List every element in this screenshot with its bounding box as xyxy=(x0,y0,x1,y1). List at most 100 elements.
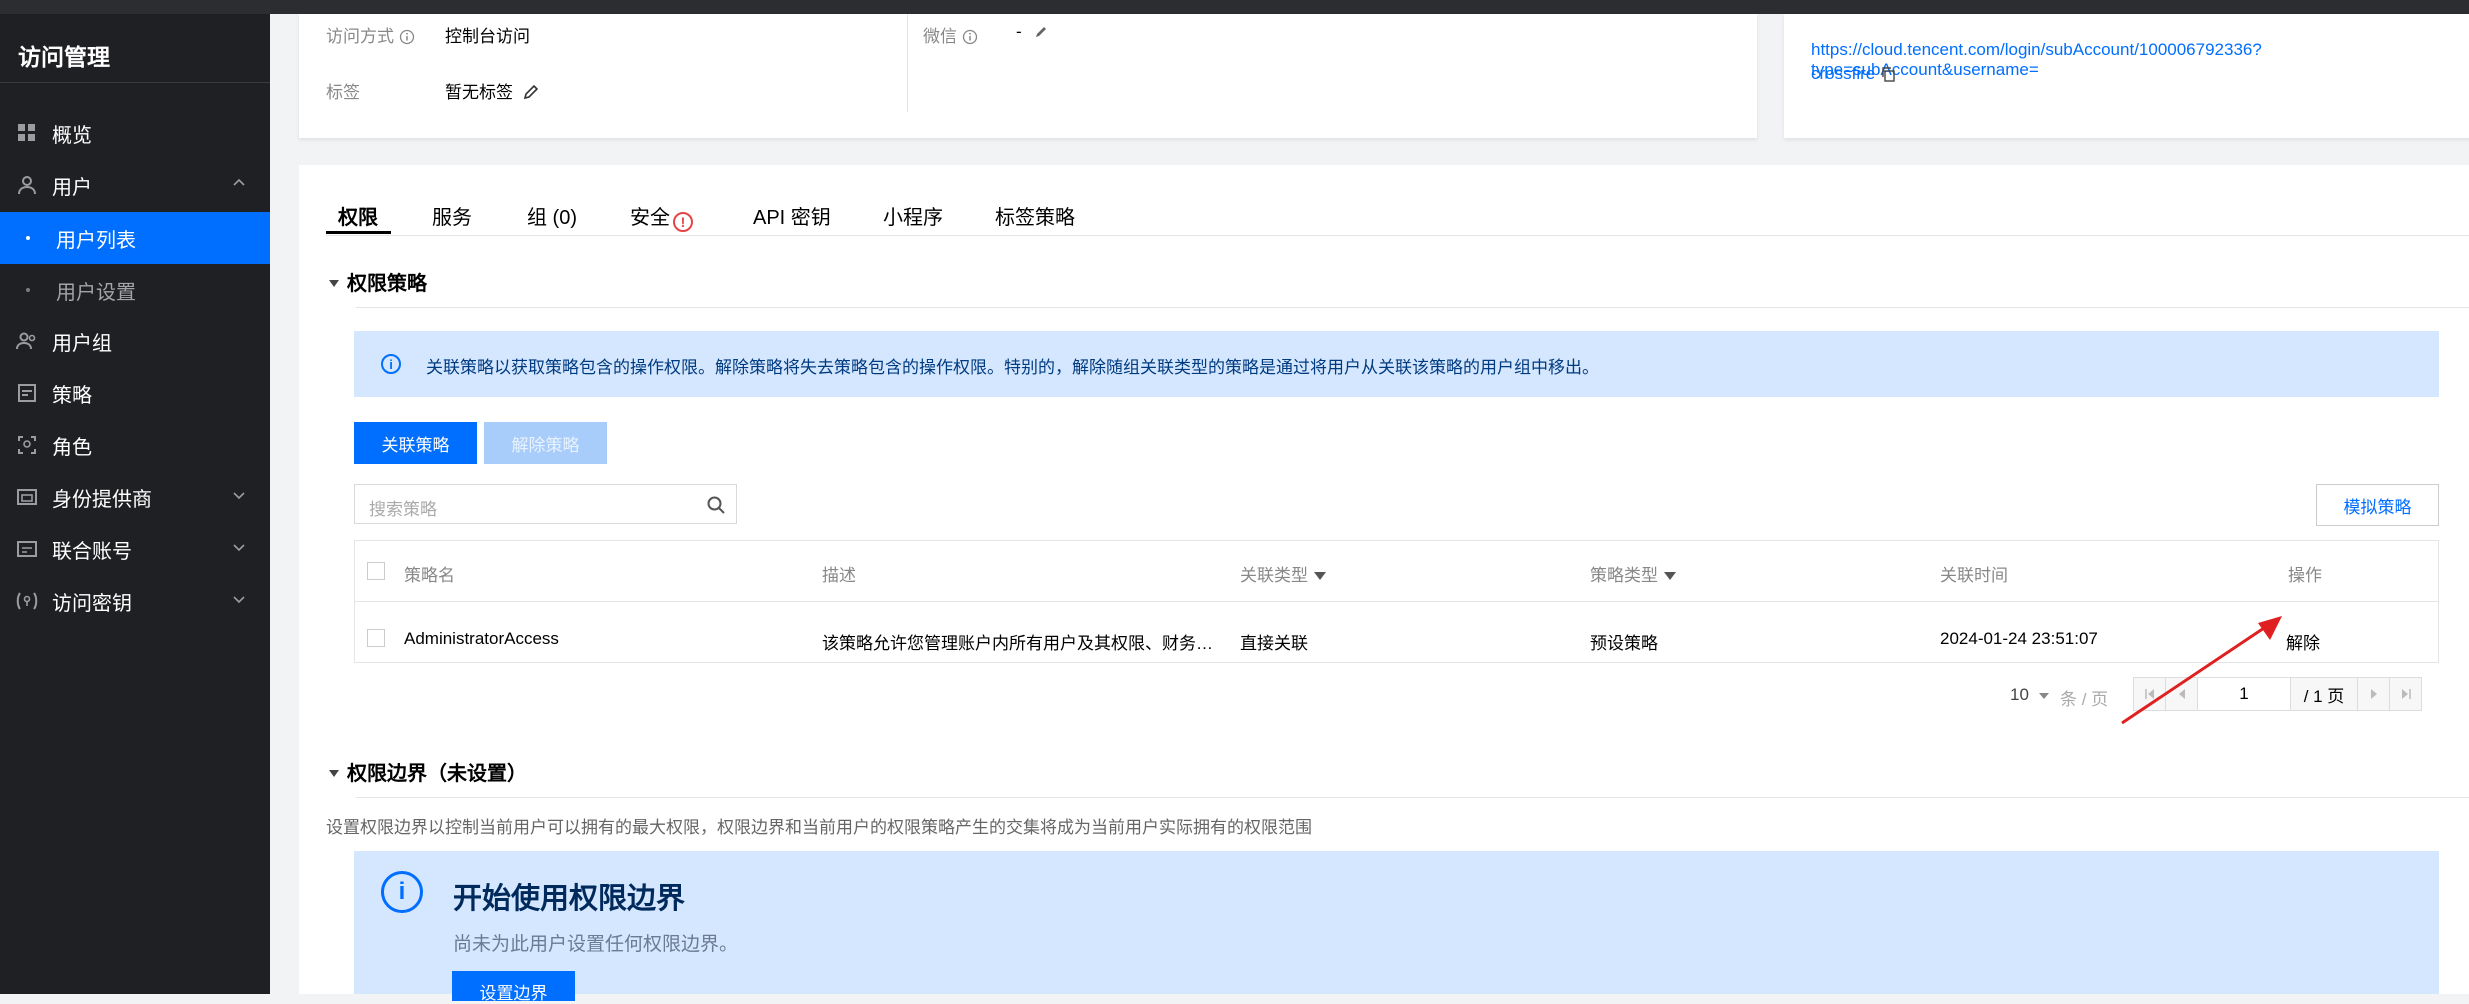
sidebar-item-user-list[interactable]: 用户列表 xyxy=(0,212,270,264)
policy-search-input[interactable]: 搜索策略 xyxy=(354,484,737,524)
sidebar-item-users[interactable]: 用户 xyxy=(0,160,270,210)
column-header-description: 描述 xyxy=(822,566,856,585)
info-notice: i 关联策略以获取策略包含的操作权限。解除策略将失去策略包含的操作权限。特别的，… xyxy=(354,331,2439,397)
wechat-value: - xyxy=(1016,22,1050,42)
sidebar-item-roles[interactable]: 角色 xyxy=(0,420,270,470)
sidebar-item-label: 概览 xyxy=(52,124,92,147)
sidebar-item-policies[interactable]: 策略 xyxy=(0,368,270,418)
column-header-name: 策略名 xyxy=(404,566,455,585)
tab-permissions[interactable]: 权限 xyxy=(338,201,378,230)
sidebar-item-identity-providers[interactable]: 身份提供商 xyxy=(0,472,270,522)
sidebar-item-label: 用户列表 xyxy=(56,229,136,252)
table-header-divider xyxy=(355,601,2438,602)
sidebar-divider xyxy=(0,82,270,83)
total-pages: / 1 页 xyxy=(2290,677,2358,711)
edit-icon[interactable] xyxy=(522,83,540,101)
sidebar-item-overview[interactable]: 概览 xyxy=(0,108,270,158)
bullet-icon xyxy=(26,288,30,292)
role-icon xyxy=(16,434,38,456)
sidebar-item-access-keys[interactable]: 访问密钥 xyxy=(0,576,270,626)
sidebar-item-label: 角色 xyxy=(52,436,92,459)
sidebar-item-label: 用户 xyxy=(52,176,92,199)
user-info-card: 访问方式 控制台访问 标签 暂无标签 微信 - xyxy=(299,14,1757,138)
active-tab-indicator xyxy=(326,231,391,234)
set-boundary-button[interactable]: 设置边界 xyxy=(452,971,575,1003)
column-header-actions: 操作 xyxy=(2288,566,2322,585)
collapse-caret-icon xyxy=(329,280,339,287)
page-size-select[interactable]: 10 xyxy=(2010,685,2050,705)
grid-icon xyxy=(16,122,38,144)
select-all-checkbox[interactable] xyxy=(367,562,385,580)
main-panel: 权限 服务 组 (0) 安全! API 密钥 小程序 标签策略 权限策略 i 关… xyxy=(299,165,2469,1003)
policy-name-link[interactable]: AdministratorAccess xyxy=(404,629,559,649)
chevron-down-icon xyxy=(232,488,246,502)
filter-icon[interactable] xyxy=(1314,572,1326,580)
association-time: 2024-01-24 23:51:07 xyxy=(1940,629,2098,648)
sidebar-title: 访问管理 xyxy=(18,44,110,70)
info-icon: i xyxy=(381,871,423,913)
column-header-policy-type[interactable]: 策略类型 xyxy=(1590,561,1676,586)
attach-policy-button[interactable]: 关联策略 xyxy=(354,422,477,464)
simulate-policy-button[interactable]: 模拟策略 xyxy=(2316,484,2439,526)
info-icon: i xyxy=(381,354,401,374)
access-method-label: 访问方式 xyxy=(326,22,415,47)
column-header-time: 关联时间 xyxy=(1940,566,2008,585)
sidebar-item-label: 策略 xyxy=(52,384,92,407)
policy-description: 该策略允许您管理账户内所有用户及其权限、财务… xyxy=(822,634,1213,653)
tab-groups[interactable]: 组 (0) xyxy=(527,201,577,230)
sidebar-item-label: 身份提供商 xyxy=(52,488,152,511)
edit-icon[interactable] xyxy=(1034,23,1050,39)
bullet-icon xyxy=(26,236,30,240)
permission-boundary-heading[interactable]: 权限边界（未设置） xyxy=(329,757,527,786)
tab-mini-programs[interactable]: 小程序 xyxy=(883,201,943,230)
association-type: 直接关联 xyxy=(1240,634,1308,653)
sidebar-item-federated-accounts[interactable]: 联合账号 xyxy=(0,524,270,574)
access-method-value: 控制台访问 xyxy=(445,27,530,46)
chevron-down-icon xyxy=(232,592,246,606)
chevron-up-icon xyxy=(232,176,246,190)
info-icon xyxy=(962,29,977,45)
chevron-down-icon xyxy=(232,540,246,554)
column-header-association-type[interactable]: 关联类型 xyxy=(1240,561,1326,586)
user-icon xyxy=(16,174,38,196)
key-icon xyxy=(16,590,38,612)
sidebar-item-label: 用户组 xyxy=(52,332,112,355)
boundary-banner-subtitle: 尚未为此用户设置任何权限边界。 xyxy=(453,934,739,955)
boundary-description: 设置权限边界以控制当前用户可以拥有的最大权限，权限边界和当前用户的权限策略产生的… xyxy=(326,818,1312,837)
policy-icon xyxy=(16,382,38,404)
sidebar-item-label: 用户设置 xyxy=(56,281,136,304)
row-checkbox[interactable] xyxy=(367,629,385,647)
divider xyxy=(356,797,2469,798)
tab-tag-policies[interactable]: 标签策略 xyxy=(995,201,1075,230)
next-page-button[interactable] xyxy=(2357,677,2390,711)
detach-policy-button[interactable]: 解除策略 xyxy=(484,422,607,464)
boundary-banner-title: 开始使用权限边界 xyxy=(453,883,686,915)
sidebar-item-user-settings[interactable]: 用户设置 xyxy=(0,264,270,316)
last-page-icon xyxy=(2401,689,2411,699)
search-icon[interactable] xyxy=(706,495,726,515)
tab-security[interactable]: 安全! xyxy=(630,201,693,232)
tags-value: 暂无标签 xyxy=(445,78,540,103)
last-page-button[interactable] xyxy=(2389,677,2422,711)
sidebar-item-label: 联合账号 xyxy=(52,540,132,563)
login-url-continued[interactable]: crossfire xyxy=(1811,64,1896,84)
copy-icon[interactable] xyxy=(1880,66,1896,82)
divider xyxy=(356,307,2469,308)
tab-bar: 权限 服务 组 (0) 安全! API 密钥 小程序 标签策略 xyxy=(326,165,2469,236)
sidebar-item-label: 访问密钥 xyxy=(52,592,132,615)
sidebar: 访问管理 概览 用户 用户列表 用户设置 用户组 策略 角色 身份提供商 联合账… xyxy=(0,14,270,994)
tags-label: 标签 xyxy=(326,83,360,102)
user-group-icon xyxy=(16,330,38,352)
idp-icon xyxy=(16,486,38,508)
filter-icon[interactable] xyxy=(1664,572,1676,580)
sidebar-item-user-groups[interactable]: 用户组 xyxy=(0,316,270,366)
tab-services[interactable]: 服务 xyxy=(432,201,472,230)
login-link-card: https://cloud.tencent.com/login/subAccou… xyxy=(1784,14,2469,138)
warning-icon: ! xyxy=(673,212,693,232)
info-icon xyxy=(399,29,414,45)
tab-api-keys[interactable]: API 密钥 xyxy=(753,201,831,230)
permission-policy-heading[interactable]: 权限策略 xyxy=(329,267,427,296)
column-divider xyxy=(907,14,908,112)
login-url[interactable]: https://cloud.tencent.com/login/subAccou… xyxy=(1811,40,2469,80)
detach-action-link[interactable]: 解除 xyxy=(2286,629,2320,654)
